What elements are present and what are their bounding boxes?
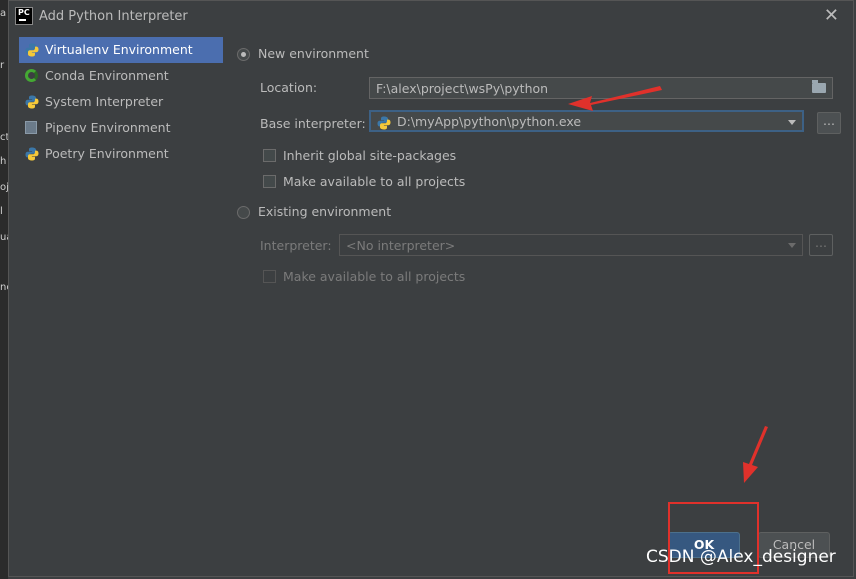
existing-environment-radio[interactable]: [237, 206, 250, 219]
close-icon[interactable]: ✕: [824, 5, 839, 26]
python-icon: [25, 43, 39, 57]
location-label: Location:: [260, 80, 318, 95]
window-title: Add Python Interpreter: [39, 9, 188, 24]
base-interpreter-value: D:\myApp\python\python.exe: [397, 114, 582, 129]
existing-interpreter-value: <No interpreter>: [346, 238, 456, 253]
pipenv-icon: [25, 121, 37, 134]
make-available-new-checkbox[interactable]: [263, 175, 276, 188]
python-icon: [25, 95, 39, 109]
background-window-strip: a r ct h oj l ua nc: [0, 0, 12, 579]
inherit-site-packages-checkbox[interactable]: [263, 149, 276, 162]
python-icon: [25, 147, 39, 161]
title-bar[interactable]: PC Add Python Interpreter ✕: [9, 1, 853, 33]
base-interpreter-label: Base interpreter:: [260, 116, 366, 131]
environment-settings-panel: New environment Location: F:\alex\projec…: [235, 37, 845, 317]
sidebar-item-poetry[interactable]: Poetry Environment: [19, 141, 223, 167]
bg-text: l: [0, 206, 3, 217]
sidebar-item-label: Poetry Environment: [45, 146, 169, 161]
base-interpreter-select[interactable]: D:\myApp\python\python.exe: [369, 110, 804, 132]
interpreter-label: Interpreter:: [260, 238, 332, 253]
sidebar-item-conda[interactable]: Conda Environment: [19, 63, 223, 89]
make-available-existing-checkbox[interactable]: [263, 270, 276, 283]
sidebar-item-virtualenv[interactable]: Virtualenv Environment: [19, 37, 223, 63]
watermark-text: CSDN @Alex_designer: [646, 547, 836, 567]
base-interpreter-browse-button[interactable]: ...: [817, 112, 841, 134]
make-available-existing-label: Make available to all projects: [283, 269, 466, 284]
bg-text: r: [0, 60, 5, 71]
sidebar-item-label: Conda Environment: [45, 68, 169, 83]
location-value: F:\alex\project\wsPy\python: [376, 81, 549, 96]
make-available-new-label: Make available to all projects: [283, 174, 466, 189]
new-environment-label: New environment: [258, 46, 369, 61]
sidebar-item-system-interpreter[interactable]: System Interpreter: [19, 89, 223, 115]
pycharm-app-icon: PC: [15, 7, 33, 25]
sidebar-item-label: Pipenv Environment: [45, 120, 171, 135]
sidebar-item-label: Virtualenv Environment: [45, 42, 193, 57]
existing-environment-label: Existing environment: [258, 204, 392, 219]
python-icon: [377, 116, 391, 130]
inherit-site-packages-label: Inherit global site-packages: [283, 148, 457, 163]
sidebar-item-label: System Interpreter: [45, 94, 164, 109]
bg-text: h: [0, 156, 7, 167]
new-environment-radio[interactable]: [237, 48, 250, 61]
conda-icon: [25, 69, 38, 82]
existing-interpreter-browse-button[interactable]: ...: [809, 234, 833, 256]
chevron-down-icon[interactable]: [788, 243, 796, 248]
folder-icon[interactable]: [812, 80, 826, 93]
add-python-interpreter-dialog: PC Add Python Interpreter ✕ Virtualenv E…: [8, 0, 854, 577]
sidebar-item-pipenv[interactable]: Pipenv Environment: [19, 115, 223, 141]
location-input[interactable]: F:\alex\project\wsPy\python: [369, 77, 833, 99]
existing-interpreter-select[interactable]: <No interpreter>: [339, 234, 803, 256]
chevron-down-icon[interactable]: [788, 120, 796, 125]
bg-text: a: [0, 8, 7, 19]
interpreter-type-list: Virtualenv Environment Conda Environment…: [19, 37, 223, 242]
